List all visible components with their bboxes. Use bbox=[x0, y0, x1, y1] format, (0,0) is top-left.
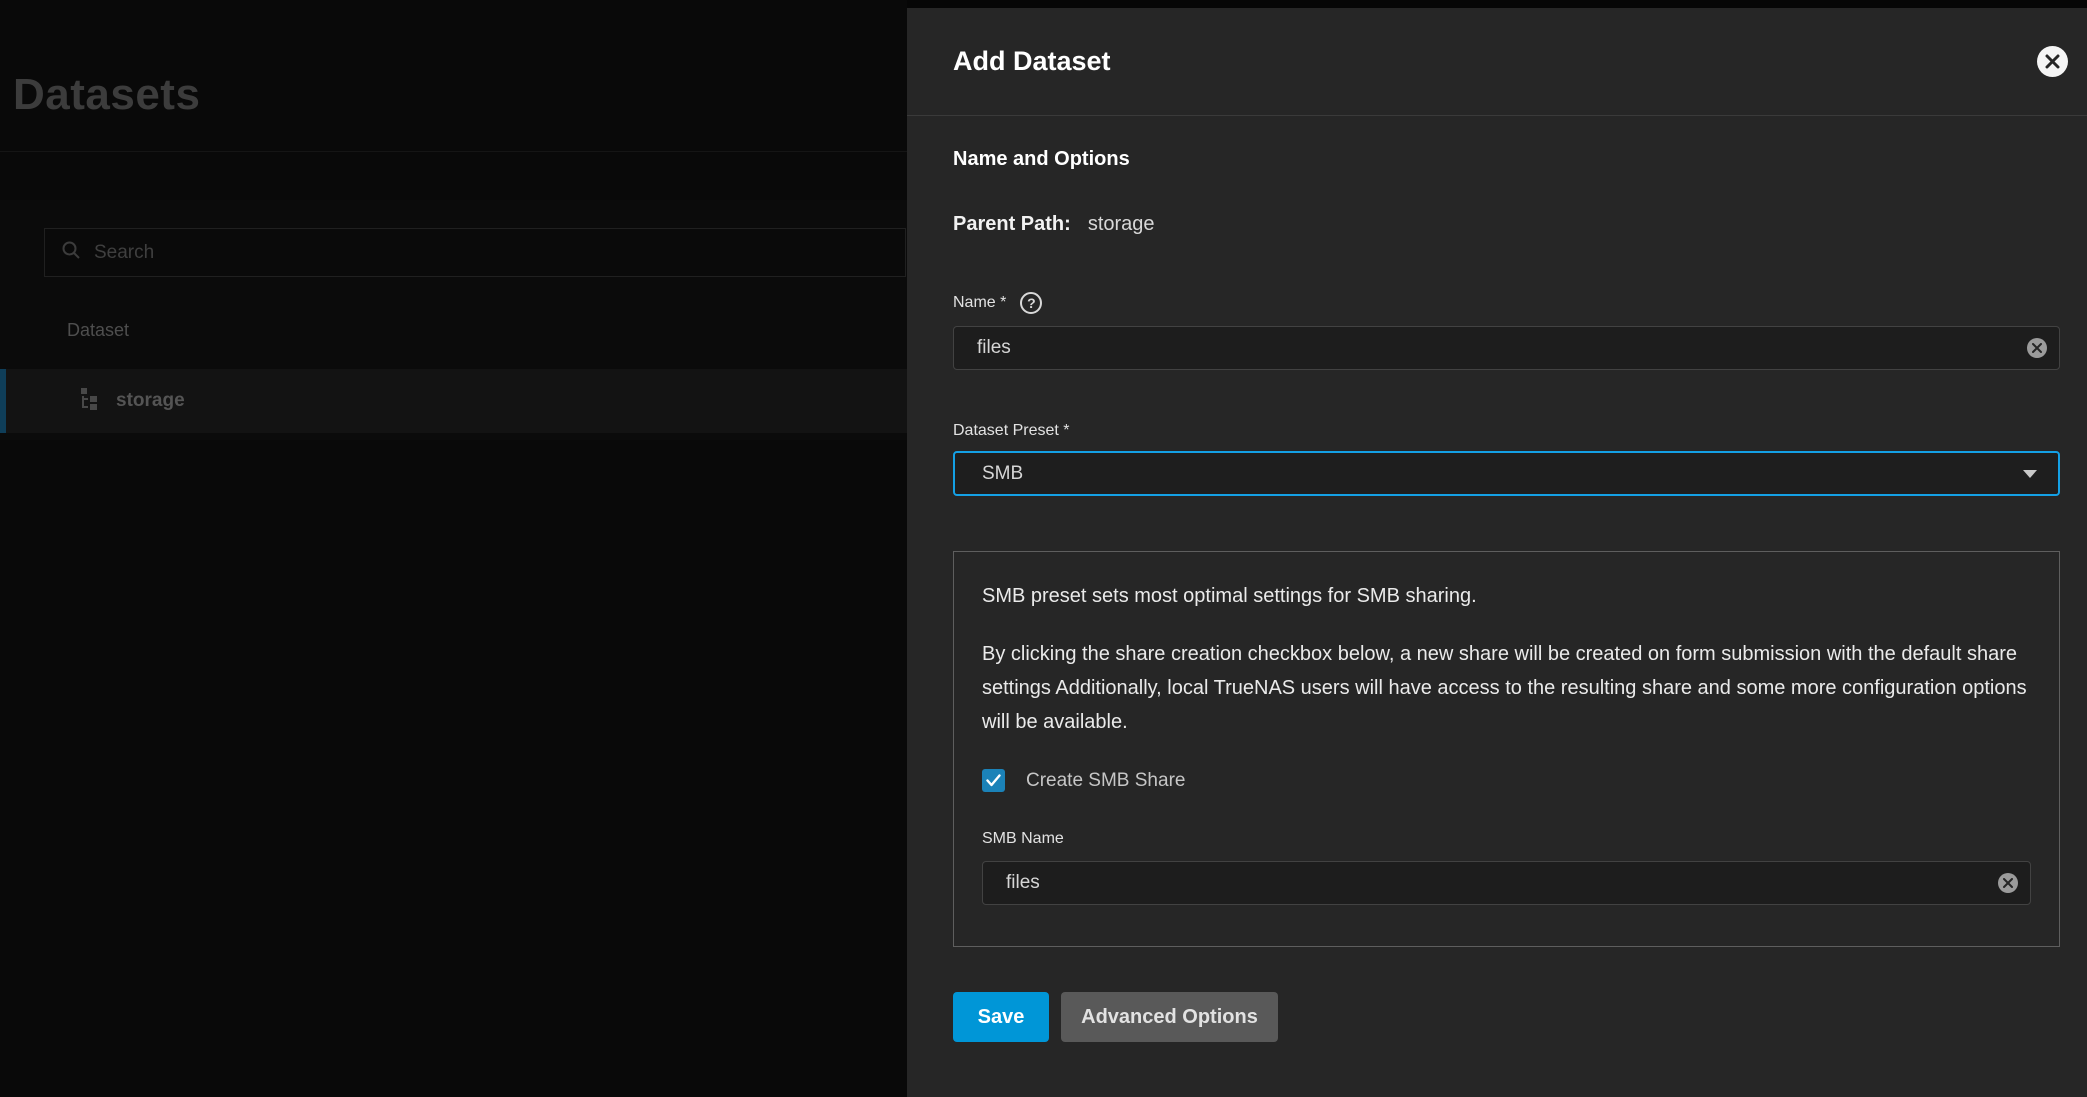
info-paragraph-2: By clicking the share creation checkbox … bbox=[982, 637, 2031, 739]
save-button[interactable]: Save bbox=[953, 992, 1049, 1042]
create-smb-share-label: Create SMB Share bbox=[1026, 770, 1185, 792]
smb-name-input-wrap bbox=[982, 861, 2031, 905]
preset-label-row: Dataset Preset * bbox=[953, 422, 2060, 440]
name-input-wrap bbox=[953, 326, 2060, 370]
checkmark-icon bbox=[986, 774, 1001, 787]
dataset-tree-icon bbox=[77, 387, 101, 416]
dataset-column-header: Dataset bbox=[67, 320, 129, 341]
help-icon[interactable]: ? bbox=[1020, 292, 1042, 314]
page-title-divider bbox=[0, 151, 907, 152]
search-input[interactable] bbox=[94, 242, 905, 264]
datasets-card: Dataset storage bbox=[0, 200, 907, 440]
clear-name-icon[interactable] bbox=[2027, 338, 2047, 358]
dataset-row-storage[interactable]: storage bbox=[0, 369, 907, 433]
dialog-body: Name and Options Parent Path: storage Nam… bbox=[907, 148, 2087, 1042]
preset-field-label: Dataset Preset * bbox=[953, 422, 1070, 440]
search-icon bbox=[61, 240, 81, 265]
parent-path-label: Parent Path: bbox=[953, 213, 1071, 235]
parent-path-value: storage bbox=[1088, 213, 1155, 235]
name-field-label: Name * bbox=[953, 294, 1006, 312]
clear-smb-name-icon[interactable] bbox=[1998, 873, 2018, 893]
page-title: Datasets bbox=[13, 70, 200, 120]
info-paragraph-1: SMB preset sets most optimal settings fo… bbox=[982, 579, 2031, 613]
add-dataset-dialog: Add Dataset Name and Options Parent Path… bbox=[907, 8, 2087, 1097]
advanced-options-button[interactable]: Advanced Options bbox=[1061, 992, 1278, 1042]
dataset-row-label: storage bbox=[116, 390, 185, 412]
dataset-preset-select[interactable]: SMB bbox=[953, 451, 2060, 496]
section-title: Name and Options bbox=[953, 148, 2060, 171]
dialog-button-row: Save Advanced Options bbox=[953, 992, 2060, 1042]
close-icon[interactable] bbox=[2037, 46, 2068, 77]
datasets-page-background: Datasets Dataset bbox=[0, 0, 907, 1097]
chevron-down-icon bbox=[2023, 470, 2037, 478]
name-field-label-row: Name * ? bbox=[953, 292, 2060, 314]
parent-path: Parent Path: storage bbox=[953, 212, 2060, 236]
dialog-title: Add Dataset bbox=[953, 46, 1111, 77]
dialog-header: Add Dataset bbox=[907, 8, 2087, 116]
smb-name-input[interactable] bbox=[982, 861, 2031, 905]
preset-selected-value: SMB bbox=[982, 463, 1023, 485]
dataset-search-box[interactable] bbox=[44, 228, 906, 277]
checkbox-checked[interactable] bbox=[982, 769, 1005, 792]
smb-preset-info-box: SMB preset sets most optimal settings fo… bbox=[953, 551, 2060, 947]
create-smb-share-checkbox-row[interactable]: Create SMB Share bbox=[982, 769, 2031, 792]
smb-name-label: SMB Name bbox=[982, 830, 2031, 848]
name-input[interactable] bbox=[953, 326, 2060, 370]
